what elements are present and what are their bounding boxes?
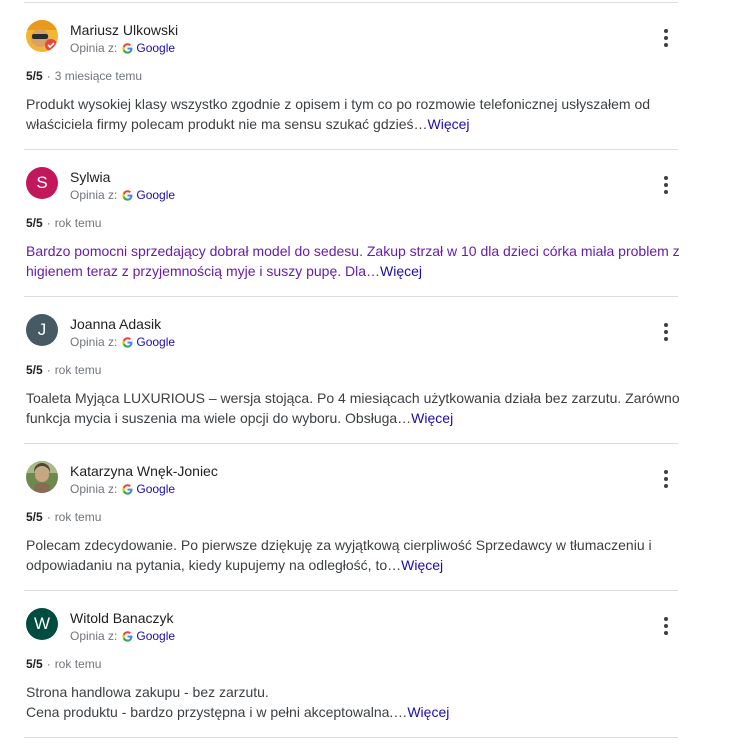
dot: [664, 36, 668, 40]
review-time: 3 miesiące temu: [54, 69, 143, 83]
review-source: Opinia z: Google: [70, 188, 175, 202]
review-text-line-wrap: Cena produktu - bardzo przystępna i w pe…: [26, 702, 686, 722]
review-meta: 5/5 · rok temu: [26, 363, 101, 377]
dot: [664, 323, 668, 327]
google-icon: [122, 483, 133, 495]
separator: ·: [46, 69, 51, 83]
reviewer-avatar[interactable]: [26, 461, 58, 493]
review-card: Mariusz Ulkowski Opinia z: Google 5/5 · 3 …: [0, 2, 738, 149]
reviewer-name[interactable]: Sylwia: [70, 169, 110, 185]
review-text: Produkt wysokiej klasy wszystko zgodnie …: [26, 94, 686, 134]
dot: [664, 631, 668, 635]
review-text-body: Toaleta Myjąca LUXURIOUS – wersja stojąc…: [26, 390, 680, 426]
review-source: Opinia z: Google: [70, 41, 175, 55]
review-rating: 5/5: [26, 216, 43, 230]
dot: [664, 29, 668, 33]
review-text: Polecam zdecydowanie. Po pierwsze dzięku…: [26, 535, 686, 575]
avatar-letter: S: [36, 173, 48, 192]
user-photo-icon: [26, 20, 58, 52]
review-meta: 5/5 · rok temu: [26, 216, 101, 230]
more-link[interactable]: Więcej: [428, 116, 470, 132]
review-rating: 5/5: [26, 510, 43, 524]
review-text-line: Strona handlowa zakupu - bez zarzutu.: [26, 684, 269, 700]
reviewer-name[interactable]: Joanna Adasik: [70, 316, 161, 332]
review-rating: 5/5: [26, 657, 43, 671]
review-text: Bardzo pomocni sprzedający dobrał model …: [26, 241, 686, 281]
review-source: Opinia z: Google: [70, 482, 175, 496]
separator: ·: [46, 657, 51, 671]
review-time: rok temu: [54, 216, 102, 230]
more-options-button[interactable]: [656, 320, 676, 344]
review-rating: 5/5: [26, 363, 43, 377]
source-name[interactable]: Google: [136, 629, 175, 643]
more-options-button[interactable]: [656, 614, 676, 638]
review-time: rok temu: [54, 657, 102, 671]
reviewer-avatar[interactable]: S: [26, 167, 58, 199]
google-icon: [122, 42, 133, 54]
review-rating: 5/5: [26, 69, 43, 83]
review-source: Opinia z: Google: [70, 629, 175, 643]
dot: [664, 183, 668, 187]
review-time: rok temu: [54, 510, 102, 524]
more-options-button[interactable]: [656, 467, 676, 491]
reviewer-avatar[interactable]: [26, 20, 58, 52]
source-name[interactable]: Google: [136, 188, 175, 202]
review-text: Strona handlowa zakupu - bez zarzutu. Ce…: [26, 682, 686, 722]
more-link[interactable]: Więcej: [401, 557, 443, 573]
dot: [664, 176, 668, 180]
dot: [664, 484, 668, 488]
review-card: S Sylwia Opinia z: Google 5/5 · rok temu B…: [0, 149, 738, 296]
divider: [24, 737, 678, 738]
reviewer-avatar[interactable]: W: [26, 608, 58, 640]
source-name[interactable]: Google: [136, 41, 175, 55]
review-text-line: Cena produktu - bardzo przystępna i w pe…: [26, 704, 408, 720]
more-options-button[interactable]: [656, 26, 676, 50]
source-prefix: Opinia z:: [70, 482, 118, 496]
dot: [664, 43, 668, 47]
source-prefix: Opinia z:: [70, 335, 118, 349]
separator: ·: [46, 510, 51, 524]
reviewer-avatar[interactable]: J: [26, 314, 58, 346]
review-card: W Witold Banaczyk Opinia z: Google 5/5 · r…: [0, 590, 738, 737]
avatar-letter: J: [37, 320, 47, 339]
source-name[interactable]: Google: [136, 335, 175, 349]
reviewer-name[interactable]: Witold Banaczyk: [70, 610, 173, 626]
avatar-letter: W: [33, 614, 51, 633]
dot: [664, 617, 668, 621]
source-prefix: Opinia z:: [70, 188, 118, 202]
dot: [664, 470, 668, 474]
source-prefix: Opinia z:: [70, 41, 118, 55]
review-meta: 5/5 · 3 miesiące temu: [26, 69, 142, 83]
separator: ·: [46, 363, 51, 377]
separator: ·: [46, 216, 51, 230]
more-link[interactable]: Więcej: [407, 704, 449, 720]
review-text-body: Bardzo pomocni sprzedający dobrał model …: [26, 243, 680, 279]
review-text-body: Produkt wysokiej klasy wszystko zgodnie …: [26, 96, 651, 132]
reviewer-name[interactable]: Mariusz Ulkowski: [70, 22, 178, 38]
more-link[interactable]: Więcej: [411, 410, 453, 426]
review-card: Katarzyna Wnęk-Joniec Opinia z: Google 5…: [0, 443, 738, 590]
review-text: Toaleta Myjąca LUXURIOUS – wersja stojąc…: [26, 388, 686, 428]
google-icon: [122, 630, 133, 642]
review-meta: 5/5 · rok temu: [26, 510, 101, 524]
review-time: rok temu: [54, 363, 102, 377]
more-options-button[interactable]: [656, 173, 676, 197]
more-link[interactable]: Więcej: [380, 263, 422, 279]
dot: [664, 330, 668, 334]
review-text-body: Polecam zdecydowanie. Po pierwsze dzięku…: [26, 537, 652, 573]
source-name[interactable]: Google: [136, 482, 175, 496]
reviewer-name[interactable]: Katarzyna Wnęk-Joniec: [70, 463, 218, 479]
user-photo-icon: [26, 461, 58, 493]
review-source: Opinia z: Google: [70, 335, 175, 349]
google-icon: [122, 189, 133, 201]
dot: [664, 477, 668, 481]
review-meta: 5/5 · rok temu: [26, 657, 101, 671]
dot: [664, 624, 668, 628]
dot: [664, 337, 668, 341]
source-prefix: Opinia z:: [70, 629, 118, 643]
dot: [664, 190, 668, 194]
google-icon: [122, 336, 133, 348]
review-card: J Joanna Adasik Opinia z: Google 5/5 · rok…: [0, 296, 738, 443]
